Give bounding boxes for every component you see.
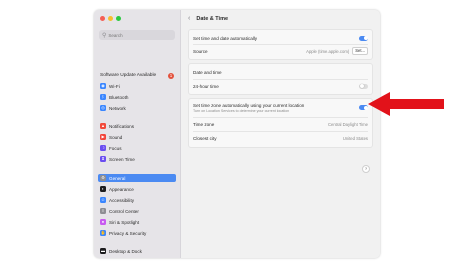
speaker-icon: ▶: [100, 134, 106, 140]
sidebar-item-label: Privacy & Security: [109, 230, 147, 236]
siri-icon: ●: [100, 219, 106, 225]
appearance-icon: ◐: [100, 186, 106, 192]
sidebar-item-label: Focus: [109, 145, 122, 151]
zoom-button[interactable]: [116, 16, 121, 21]
back-chevron-icon[interactable]: ‹: [188, 15, 190, 22]
sidebar-item-sound[interactable]: ▶ Sound: [98, 133, 176, 141]
sidebar-item-siri-spotlight[interactable]: ● Siri & Spotlight: [98, 218, 176, 226]
closest-city-value: United States: [342, 135, 368, 141]
moon-icon: ☽: [100, 145, 106, 151]
24-hour-row: 24-hour time: [189, 80, 372, 92]
software-update-item[interactable]: Software Update Available 1: [100, 72, 174, 79]
sidebar-item-accessibility[interactable]: ☺ Accessibility: [98, 196, 176, 204]
auto-time-toggle[interactable]: [359, 35, 368, 41]
sidebar-item-screen-time[interactable]: ⧗ Screen Time: [98, 155, 176, 163]
closest-city-label: Closest city: [193, 135, 217, 141]
update-count-badge: 1: [168, 72, 174, 79]
globe-icon: ◎: [100, 105, 106, 111]
close-button[interactable]: [100, 16, 105, 21]
auto-time-card: Set time and date automatically Source A…: [188, 29, 373, 60]
set-source-button[interactable]: Set...: [352, 47, 368, 55]
sidebar-item-label: Desktop & Dock: [109, 248, 142, 254]
source-row: Source Apple (time.apple.com) Set...: [189, 45, 372, 57]
sidebar-item-privacy-security[interactable]: ✋ Privacy & Security: [98, 229, 176, 237]
auto-timezone-label: Set time zone automatically using your c…: [193, 102, 305, 108]
date-time-label: Date and time: [193, 69, 222, 75]
sidebar-item-label: Bluetooth: [109, 94, 129, 100]
sidebar-item-focus[interactable]: ☽ Focus: [98, 144, 176, 152]
page-title: Date & Time: [196, 15, 229, 22]
sidebar-item-bluetooth[interactable]: ᛒ Bluetooth: [98, 93, 176, 101]
accessibility-icon: ☺: [100, 197, 106, 203]
closest-city-row: Closest city United States: [189, 132, 372, 144]
sidebar-item-label: Notifications: [109, 123, 135, 129]
sidebar-item-appearance[interactable]: ◐ Appearance: [98, 185, 176, 193]
sidebar-item-label: Wi-Fi: [109, 83, 120, 89]
gear-icon: ⚙: [100, 175, 106, 181]
sidebar-item-label: Network: [109, 105, 126, 111]
wifi-icon: ◉: [100, 83, 106, 89]
sidebar-item-label: Control Center: [109, 208, 139, 214]
control-center-icon: ≡: [100, 208, 106, 214]
auto-time-label: Set time and date automatically: [193, 35, 258, 41]
sidebar-item-notifications[interactable]: ▲ Notifications: [98, 122, 176, 130]
red-arrow-annotation: [368, 92, 444, 116]
time-zone-card: Set time zone automatically using your c…: [188, 98, 373, 148]
help-button[interactable]: ?: [362, 165, 370, 173]
auto-timezone-row: Set time zone automatically using your c…: [189, 101, 372, 110]
sidebar-item-label: Sound: [109, 134, 123, 140]
source-value: Apple (time.apple.com): [306, 48, 350, 54]
date-time-row[interactable]: Date and time: [189, 66, 372, 78]
sidebar-item-wi-fi[interactable]: ◉ Wi-Fi: [98, 82, 176, 90]
sidebar-item-label: Siri & Spotlight: [109, 219, 140, 225]
dock-icon: ▬: [100, 248, 106, 254]
page-header: ‹ Date & Time: [188, 15, 228, 22]
sidebar-item-control-center[interactable]: ≡ Control Center: [98, 207, 176, 215]
24-hour-toggle[interactable]: [359, 83, 368, 89]
settings-window: ⚲ Software Update Available 1 ◉Wi-FiᛒBlu…: [94, 10, 380, 258]
sidebar-item-label: General: [109, 175, 126, 181]
auto-timezone-sublabel: Turn on Location Services to determine y…: [193, 109, 290, 113]
hand-icon: ✋: [100, 230, 106, 236]
time-zone-value: Central Daylight Time: [327, 121, 368, 127]
sidebar-item-network[interactable]: ◎ Network: [98, 104, 176, 112]
software-update-label: Software Update Available: [100, 73, 157, 78]
sidebar-item-general[interactable]: ⚙ General: [98, 174, 176, 182]
minimize-button[interactable]: [108, 16, 113, 21]
auto-time-row: Set time and date automatically: [189, 32, 372, 44]
sidebar-item-label: Appearance: [109, 186, 134, 192]
bell-icon: ▲: [100, 123, 106, 129]
sidebar-item-label: Accessibility: [109, 197, 135, 203]
time-zone-label: Time zone: [193, 121, 215, 127]
date-time-card: Date and time 24-hour time: [188, 63, 373, 95]
bluetooth-icon: ᛒ: [100, 94, 106, 100]
search-input[interactable]: [106, 32, 169, 38]
main-pane: ‹ Date & Time Set time and date automati…: [181, 10, 380, 258]
sidebar: ⚲ Software Update Available 1 ◉Wi-FiᛒBlu…: [94, 10, 181, 258]
24-hour-label: 24-hour time: [193, 83, 219, 89]
auto-timezone-toggle[interactable]: [359, 105, 368, 110]
source-label: Source: [193, 48, 208, 54]
window-controls: [100, 16, 121, 21]
time-zone-row: Time zone Central Daylight Time: [189, 118, 372, 130]
sidebar-item-desktop-dock[interactable]: ▬ Desktop & Dock: [98, 247, 176, 255]
search-field[interactable]: ⚲: [99, 30, 175, 40]
hourglass-icon: ⧗: [100, 156, 106, 162]
sidebar-item-label: Screen Time: [109, 156, 135, 162]
